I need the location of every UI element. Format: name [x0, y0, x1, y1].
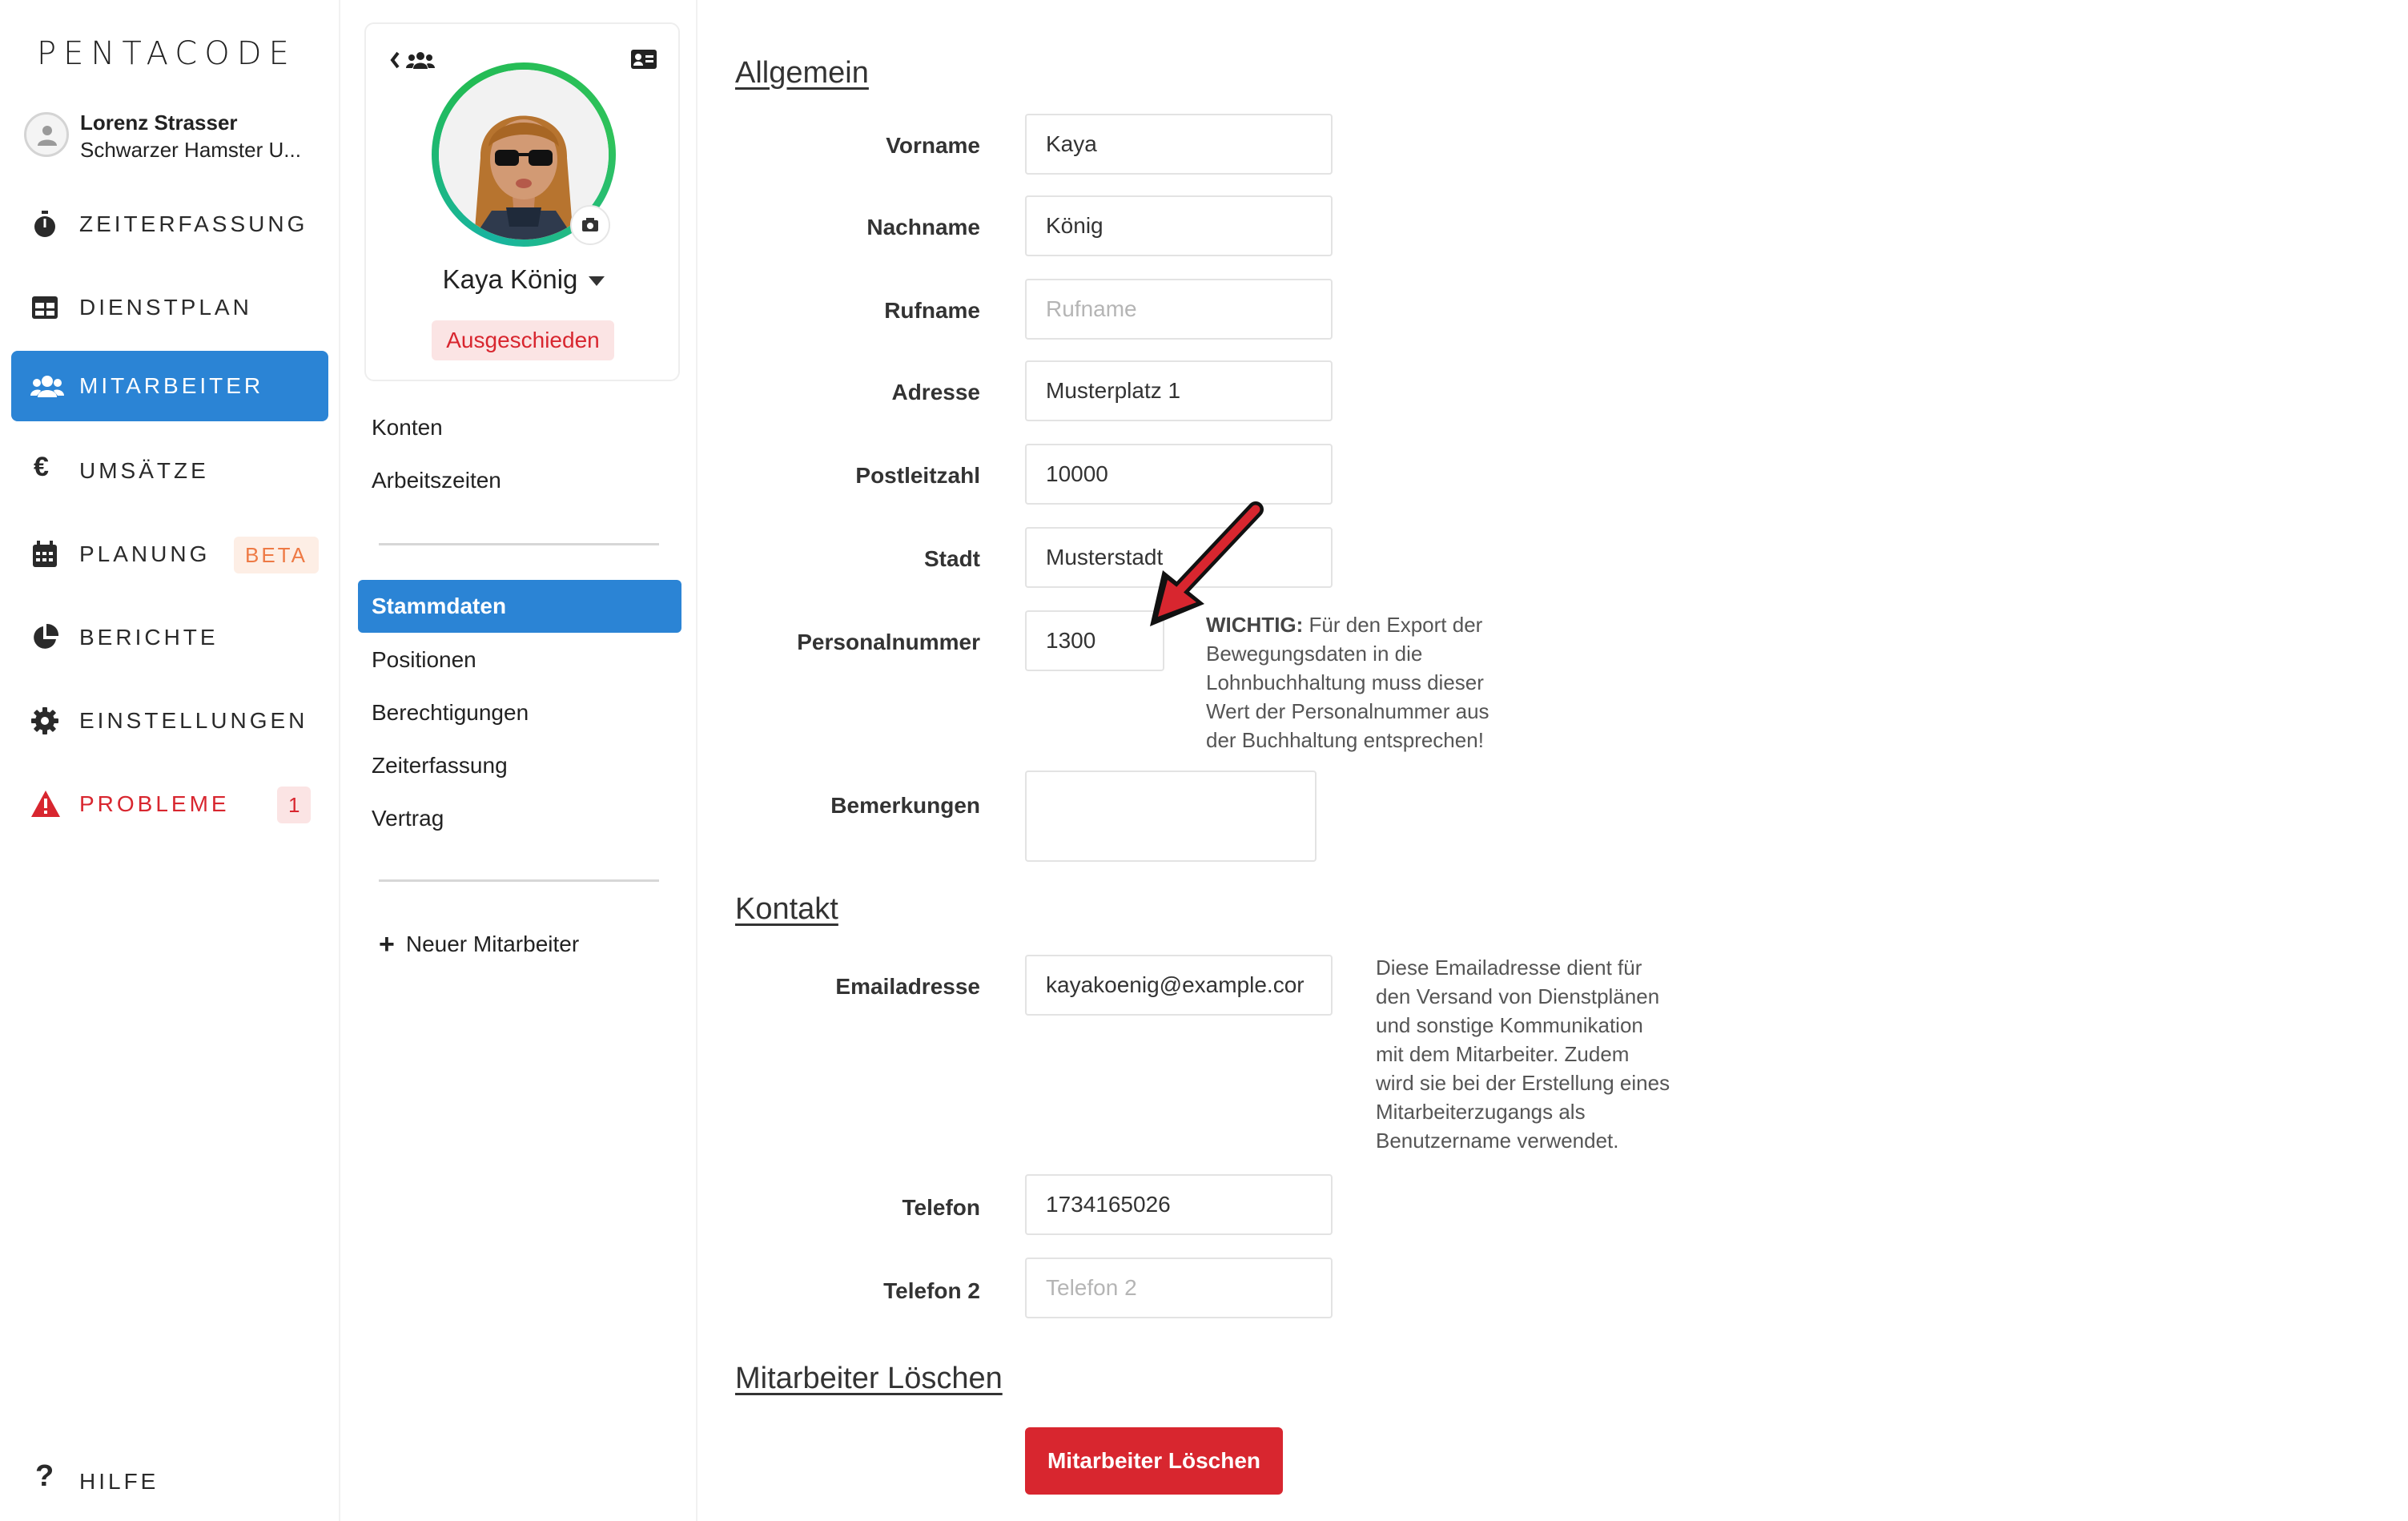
- user-name: Lorenz Strasser: [80, 111, 238, 135]
- euro-icon: €: [34, 452, 49, 482]
- employee-status-badge: Ausgeschieden: [432, 320, 614, 360]
- label-vorname: Vorname: [886, 133, 980, 158]
- menu-divider: [379, 879, 659, 882]
- email-hint: Diese Emailadresse dient für den Versand …: [1376, 956, 1670, 1153]
- nav-item-hilfe[interactable]: ? HILFE: [11, 1447, 328, 1517]
- nav-item-dienstplan[interactable]: DIENSTPLAN: [11, 272, 328, 343]
- new-employee-label: Neuer Mitarbeiter: [405, 932, 580, 956]
- gear-icon: [30, 706, 59, 735]
- stopwatch-icon: [30, 210, 59, 239]
- nav-label: HILFE: [79, 1469, 159, 1494]
- employee-name-dropdown[interactable]: Kaya König: [366, 264, 681, 295]
- input-postleitzahl[interactable]: 10000: [1025, 444, 1333, 505]
- employee-profile-card: Kaya König Ausgeschieden: [364, 22, 680, 381]
- input-telefon[interactable]: 1734165026: [1025, 1174, 1333, 1235]
- users-icon: [30, 372, 64, 400]
- menu-link-berechtigungen[interactable]: Berechtigungen: [372, 700, 529, 726]
- menu-link-label: Stammdaten: [372, 594, 507, 618]
- app-logo[interactable]: PENTACODE: [37, 35, 296, 72]
- camera-icon[interactable]: [570, 205, 610, 245]
- nav-label: UMSÄTZE: [79, 458, 209, 483]
- label-bemerkungen: Bemerkungen: [830, 793, 980, 818]
- input-telefon-2[interactable]: Telefon 2: [1025, 1257, 1333, 1318]
- nav-label: BERICHTE: [79, 625, 219, 650]
- nav-item-zeiterfassung[interactable]: ZEITERFASSUNG: [11, 189, 328, 260]
- nav-item-probleme[interactable]: PROBLEME 1: [11, 769, 328, 839]
- annotation-arrow-icon: [1150, 501, 1264, 626]
- calendar-icon: [30, 540, 59, 569]
- input-rufname[interactable]: Rufname: [1025, 279, 1333, 340]
- label-nachname: Nachname: [866, 215, 980, 239]
- input-nachname[interactable]: König: [1025, 195, 1333, 256]
- nav-label: EINSTELLUNGEN: [79, 708, 308, 733]
- label-emailadresse: Emailadresse: [835, 974, 980, 999]
- menu-link-stammdaten[interactable]: Stammdaten: [358, 580, 681, 633]
- nav-item-einstellungen[interactable]: EINSTELLUNGEN: [11, 686, 328, 756]
- id-card-icon[interactable]: [630, 48, 657, 74]
- nav-item-mitarbeiter[interactable]: MITARBEITER: [11, 351, 328, 421]
- caret-down-icon: [589, 276, 605, 287]
- menu-link-vertrag[interactable]: Vertrag: [372, 806, 444, 831]
- pie-chart-icon: [30, 623, 59, 652]
- main-navigation: PENTACODE Lorenz Strasser Schwarzer Hams…: [0, 0, 340, 1521]
- label-telefon: Telefon: [902, 1195, 980, 1220]
- plus-icon: +: [379, 929, 395, 960]
- section-title-mitarbeiter-loeschen: Mitarbeiter Löschen: [735, 1362, 1003, 1395]
- section-title-allgemein: Allgemein: [735, 56, 869, 90]
- label-telefon-2: Telefon 2: [883, 1278, 980, 1303]
- nav-label: DIENSTPLAN: [79, 295, 252, 320]
- user-avatar-icon: [24, 112, 69, 157]
- user-profile[interactable]: Lorenz Strasser Schwarzer Hamster U...: [24, 109, 328, 162]
- employee-sidebar: Kaya König Ausgeschieden Konten Arbeitsz…: [342, 0, 697, 1521]
- menu-link-zeiterfassung[interactable]: Zeiterfassung: [372, 753, 508, 779]
- delete-employee-button[interactable]: Mitarbeiter Löschen: [1025, 1427, 1283, 1495]
- input-adresse[interactable]: Musterplatz 1: [1025, 360, 1333, 421]
- input-email[interactable]: kayakoenig@example.cor: [1025, 955, 1333, 1016]
- menu-link-arbeitszeiten[interactable]: Arbeitszeiten: [372, 468, 501, 493]
- employee-name: Kaya König: [442, 264, 578, 294]
- table-icon: [30, 293, 59, 322]
- label-personalnummer: Personalnummer: [797, 630, 980, 654]
- menu-link-positionen[interactable]: Positionen: [372, 647, 476, 673]
- question-icon: ?: [35, 1459, 54, 1493]
- user-company: Schwarzer Hamster U...: [80, 138, 301, 162]
- new-employee-button[interactable]: + Neuer Mitarbeiter: [379, 929, 579, 960]
- menu-link-konten[interactable]: Konten: [372, 415, 443, 441]
- back-to-employees-button[interactable]: [388, 48, 444, 76]
- nav-label: PROBLEME: [79, 791, 230, 816]
- input-vorname[interactable]: Kaya: [1025, 114, 1333, 175]
- warning-icon: [30, 790, 60, 819]
- problems-count-badge: 1: [277, 787, 312, 823]
- label-adresse: Adresse: [891, 380, 980, 404]
- nav-label: PLANUNG: [79, 541, 211, 566]
- textarea-bemerkungen[interactable]: [1025, 771, 1317, 862]
- beta-badge: BETA: [234, 537, 319, 573]
- section-title-kontakt: Kontakt: [735, 892, 838, 926]
- label-postleitzahl: Postleitzahl: [855, 463, 980, 488]
- menu-divider: [379, 543, 659, 545]
- label-stadt: Stadt: [924, 546, 980, 571]
- nav-label: ZEITERFASSUNG: [79, 211, 308, 236]
- label-rufname: Rufname: [884, 298, 980, 323]
- nav-label: MITARBEITER: [79, 373, 264, 398]
- nav-item-berichte[interactable]: BERICHTE: [11, 602, 328, 673]
- nav-item-umsaetze[interactable]: € UMSÄTZE: [11, 436, 328, 506]
- nav-item-planung[interactable]: PLANUNG BETA: [11, 519, 328, 589]
